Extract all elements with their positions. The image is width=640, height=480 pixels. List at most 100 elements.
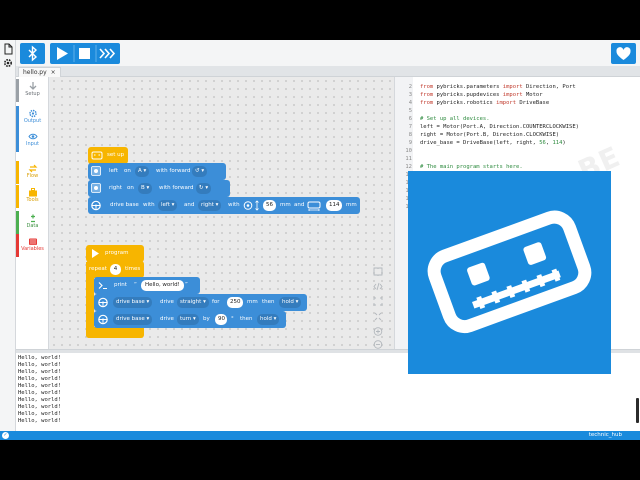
run-button[interactable] bbox=[57, 47, 68, 60]
tab-label: hello.py bbox=[23, 69, 47, 76]
hub-name: technic_hub bbox=[588, 432, 622, 438]
book-icon[interactable] bbox=[373, 267, 383, 277]
left-motor-block[interactable]: left on A ▾ with forward ↺ ▾ bbox=[88, 163, 226, 180]
code-view-icon[interactable] bbox=[373, 282, 383, 291]
drive-base-dropdown[interactable]: drive base ▾ bbox=[113, 314, 153, 325]
category-label: Output bbox=[23, 118, 42, 124]
code-token: # The main program starts here. bbox=[420, 164, 523, 170]
motor-name: left bbox=[109, 168, 118, 174]
code-line: from pybricks.pupdevices import Motor bbox=[420, 91, 543, 99]
category-output[interactable]: Output bbox=[16, 106, 49, 129]
stop-button[interactable] bbox=[79, 48, 90, 59]
tab-close-icon[interactable]: × bbox=[51, 69, 56, 76]
category-input[interactable]: Input bbox=[16, 129, 49, 152]
code-token: Motor bbox=[522, 92, 543, 98]
axle-track-input[interactable]: 114 bbox=[326, 200, 342, 211]
repeat-count-input[interactable]: 4 bbox=[110, 264, 121, 275]
category-data[interactable]: Data bbox=[16, 211, 49, 234]
arrow-down-icon bbox=[28, 82, 38, 91]
category-variables[interactable]: Variables bbox=[16, 234, 49, 257]
category-flow[interactable]: Flow bbox=[16, 161, 49, 184]
with-label: with bbox=[228, 202, 240, 208]
with-forward-label: with forward bbox=[159, 185, 194, 191]
pybricks-logo-icon bbox=[427, 210, 592, 334]
code-token: ) bbox=[562, 140, 566, 146]
repeat-block[interactable]: repeat 4 times bbox=[86, 261, 144, 278]
drive-mode-dropdown[interactable]: straight ▾ bbox=[177, 297, 209, 308]
center-icon[interactable] bbox=[373, 312, 383, 321]
program-hat-block[interactable]: program bbox=[86, 245, 144, 262]
setup-hat-block[interactable]: set up bbox=[88, 147, 128, 164]
activity-rail bbox=[0, 40, 16, 440]
category-label: Variables bbox=[21, 246, 44, 252]
line-number: 10 bbox=[405, 148, 412, 154]
blocks-workspace[interactable]: set up left on A ▾ with forward ↺ ▾ righ… bbox=[50, 77, 394, 349]
print-block[interactable]: print “ Hello, world! ” bbox=[94, 277, 200, 294]
port-dropdown[interactable]: A ▾ bbox=[135, 166, 150, 177]
drive-base-setup-block[interactable]: drive base with left ▾ and right ▾ with … bbox=[88, 197, 360, 214]
fast-forward-icon bbox=[99, 48, 116, 59]
with-forward-label: with forward bbox=[156, 168, 191, 174]
with-label: with bbox=[143, 202, 155, 208]
right-motor-dropdown[interactable]: right ▾ bbox=[198, 200, 222, 211]
wheel-diameter-input[interactable]: 56 bbox=[263, 200, 276, 211]
code-line: # Set up all devices. bbox=[420, 115, 490, 123]
zoom-out-icon[interactable] bbox=[373, 340, 383, 349]
download-run-button[interactable] bbox=[99, 48, 116, 59]
motor-name: right bbox=[109, 185, 122, 191]
then-label: then bbox=[262, 299, 275, 305]
drive-base-dropdown[interactable]: drive base ▾ bbox=[113, 297, 153, 308]
code-token: Direction, Port bbox=[522, 84, 576, 90]
zoom-in-icon[interactable] bbox=[373, 327, 383, 336]
port-dropdown[interactable]: B ▾ bbox=[138, 183, 153, 194]
left-motor-dropdown[interactable]: left ▾ bbox=[158, 200, 178, 211]
file-icon[interactable] bbox=[2, 43, 14, 55]
then-action-dropdown[interactable]: hold ▾ bbox=[257, 314, 280, 325]
drive-straight-block[interactable]: drive base ▾ drive straight ▾ for 250 mm… bbox=[94, 294, 307, 311]
and-label: and bbox=[184, 202, 195, 208]
line-number: 9 bbox=[408, 140, 412, 146]
console-line: Hello, world! bbox=[18, 404, 62, 410]
fit-icon[interactable] bbox=[373, 297, 383, 306]
drive-mode-dropdown[interactable]: turn ▾ bbox=[177, 314, 199, 325]
category-setup[interactable]: Setup bbox=[16, 79, 49, 102]
bluetooth-button[interactable] bbox=[20, 43, 45, 64]
line-number: 2 bbox=[408, 84, 412, 90]
category-label: Input bbox=[26, 141, 39, 147]
close-quote: ” bbox=[185, 282, 188, 288]
repeat-label: repeat bbox=[89, 266, 107, 272]
scrollbar-thumb[interactable] bbox=[636, 398, 639, 423]
block-palette: Setup Output Input Flow Tools Data Varia… bbox=[16, 77, 49, 349]
print-text-input[interactable]: Hello, world! bbox=[141, 280, 184, 291]
right-motor-block[interactable]: right on B ▾ with forward ↻ ▾ bbox=[88, 180, 230, 197]
direction-dropdown[interactable]: ↺ ▾ bbox=[192, 166, 208, 177]
category-tools[interactable]: Tools bbox=[16, 185, 49, 208]
angle-input[interactable]: 90 bbox=[215, 314, 227, 325]
then-action-dropdown[interactable]: hold ▾ bbox=[279, 297, 302, 308]
code-line: # The main program starts here. bbox=[420, 163, 523, 171]
console-line: Hello, world! bbox=[18, 355, 62, 361]
unit-label: ° bbox=[231, 316, 234, 322]
then-label: then bbox=[240, 316, 253, 322]
motor-on-label: on bbox=[127, 185, 134, 191]
category-label: Tools bbox=[26, 197, 39, 203]
unit-label: mm bbox=[247, 299, 258, 305]
gear-icon[interactable] bbox=[2, 57, 14, 69]
distance-input[interactable]: 250 bbox=[227, 297, 243, 308]
console-line: Hello, world! bbox=[18, 418, 62, 424]
direction-dropdown[interactable]: ↻ ▾ bbox=[196, 183, 212, 194]
loop-icon bbox=[28, 164, 38, 173]
unit-label: mm bbox=[346, 202, 357, 208]
code-token: left = Motor(Port.A, Direction.COUNTERCL… bbox=[420, 124, 579, 130]
code-token: 56 bbox=[539, 140, 546, 146]
sponsor-button[interactable] bbox=[611, 43, 636, 64]
diameter-icon bbox=[254, 197, 260, 222]
unit-label: mm bbox=[280, 202, 291, 208]
line-number: 12 bbox=[405, 164, 412, 170]
setup-label: set up bbox=[107, 152, 125, 158]
code-line: from pybricks.parameters import Directio… bbox=[420, 83, 576, 91]
tab-hello-py[interactable]: hello.py × bbox=[18, 67, 61, 77]
drive-base-label: drive base bbox=[110, 202, 139, 208]
code-token: # Set up all devices. bbox=[420, 116, 490, 122]
drive-turn-block[interactable]: drive base ▾ drive turn ▾ by 90 ° then h… bbox=[94, 311, 286, 328]
